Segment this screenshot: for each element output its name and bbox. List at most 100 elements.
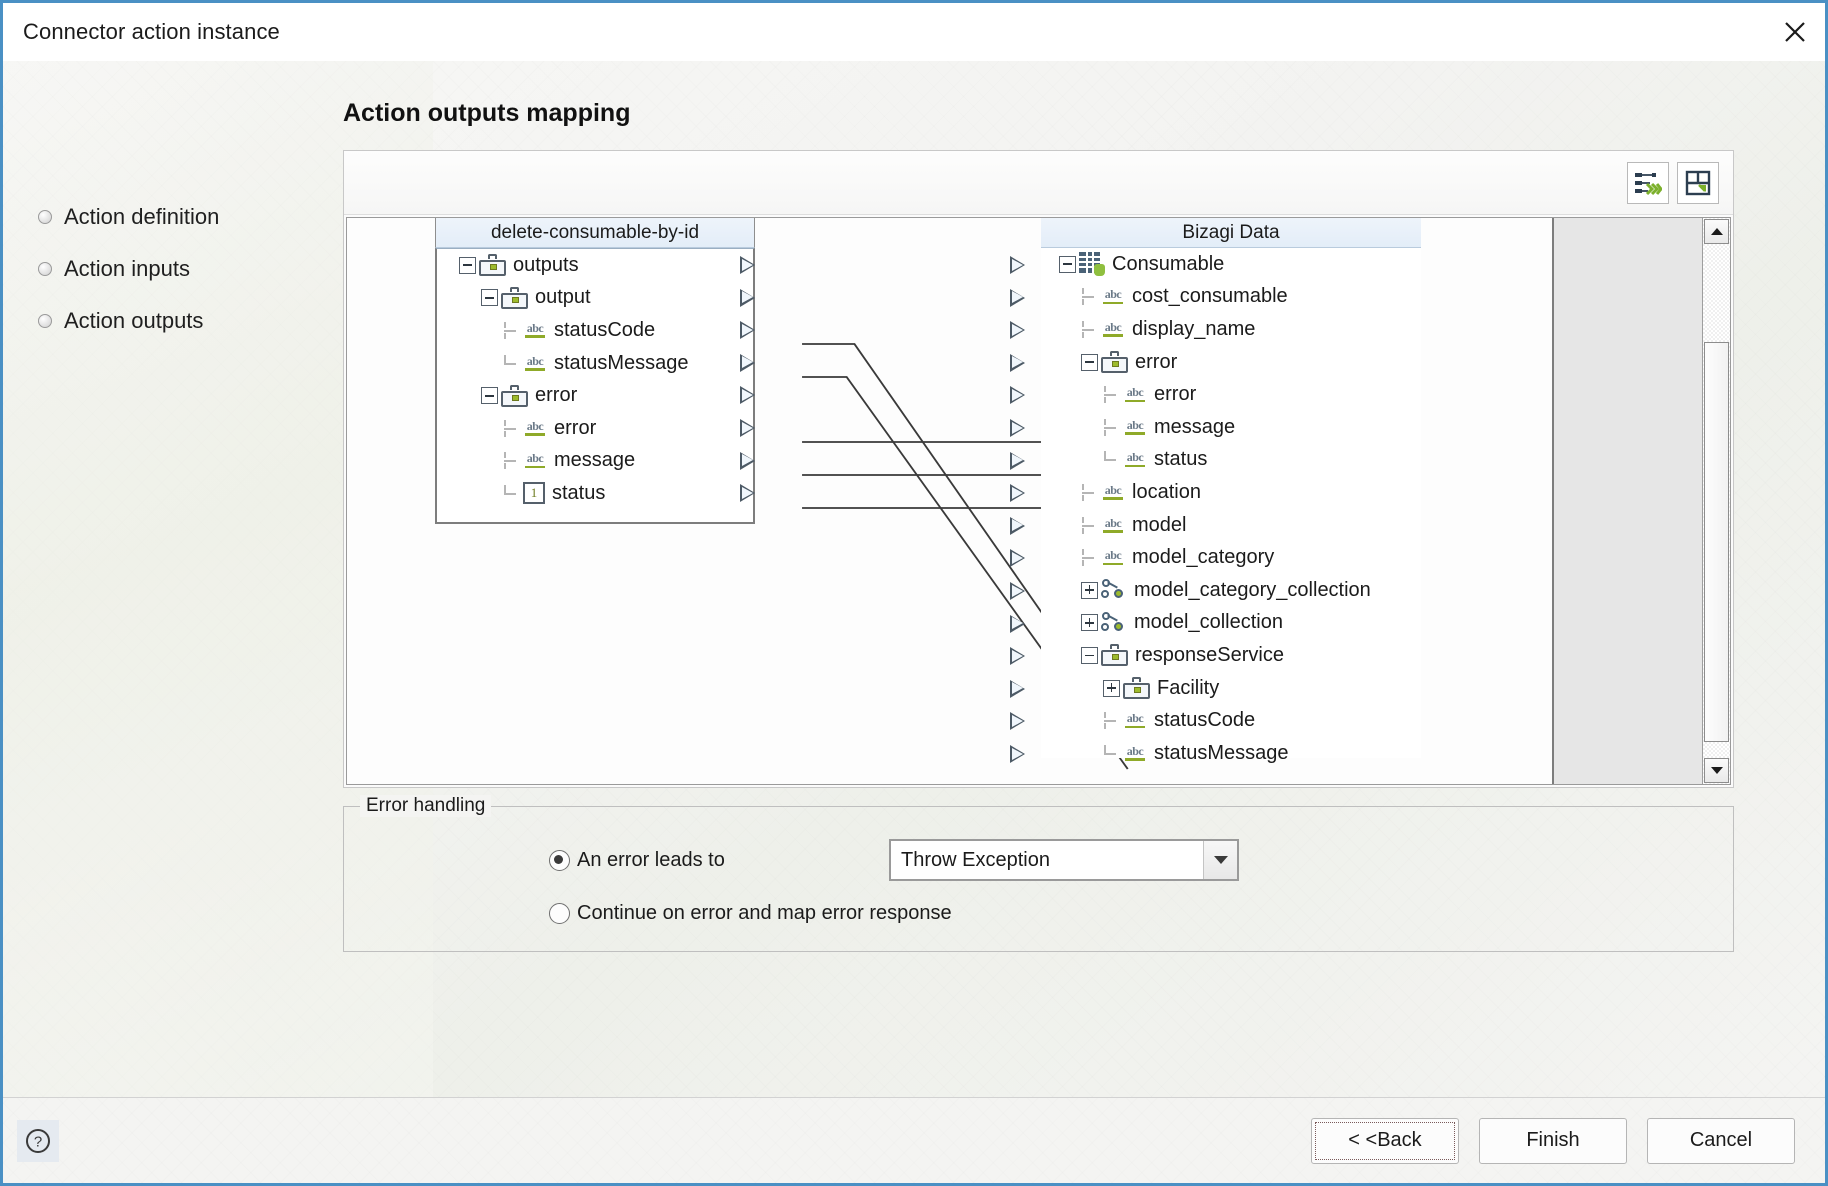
case-icon — [501, 384, 528, 407]
tree-node[interactable]: Facility — [1041, 672, 1421, 705]
radio-continue-on-error[interactable]: Continue on error and map error response — [549, 902, 952, 925]
mapping-connector-arrow[interactable] — [1010, 647, 1026, 666]
tree-connector — [1103, 744, 1121, 762]
mapping-connector-arrow[interactable] — [1010, 451, 1026, 470]
case-icon — [1101, 351, 1128, 374]
abc-icon: abc — [523, 321, 547, 339]
mapping-connector-arrow[interactable] — [1010, 745, 1026, 763]
mapping-connector-arrow[interactable] — [1010, 386, 1026, 405]
mapping-connector-arrow[interactable] — [1010, 353, 1026, 372]
mapping-connector-arrow[interactable] — [1010, 321, 1026, 340]
help-icon[interactable]: ? — [17, 1119, 59, 1162]
tree-node[interactable]: Consumable — [1041, 248, 1421, 281]
save-layout-icon[interactable] — [1677, 161, 1719, 204]
mapping-connector-arrow[interactable] — [740, 386, 756, 405]
dialog-title: Connector action instance — [23, 19, 280, 44]
tree-node[interactable]: responseService — [1041, 639, 1421, 672]
mapping-connector-arrow[interactable] — [740, 451, 756, 470]
tree-node-label: statusMessage — [554, 351, 689, 374]
page-title: Action outputs mapping — [343, 99, 631, 127]
mapping-connector-arrow[interactable] — [1010, 484, 1026, 503]
tree-node-label: error — [1135, 350, 1178, 373]
scrollbar-thumb[interactable] — [1704, 342, 1729, 742]
mapping-canvas[interactable]: delete-consumable-by-id outputs output abc… — [346, 217, 1731, 785]
collapse-icon[interactable] — [1059, 255, 1076, 273]
tree-node[interactable]: abc model_category — [1041, 541, 1421, 574]
tree-node-label: outputs — [513, 253, 579, 276]
radio-button-icon[interactable] — [549, 903, 570, 924]
tree-node[interactable]: abc message — [1041, 411, 1421, 444]
collapse-icon[interactable] — [1081, 353, 1098, 371]
mapping-connector-arrow[interactable] — [740, 419, 756, 437]
auto-map-icon[interactable] — [1627, 161, 1669, 204]
scroll-up-button[interactable] — [1704, 219, 1729, 244]
mapping-connector-arrow[interactable] — [740, 288, 756, 307]
abc-icon: abc — [523, 354, 547, 372]
mapping-connector-arrow[interactable] — [1010, 582, 1026, 600]
mapping-connector-arrow[interactable] — [1010, 288, 1026, 307]
tree-connector — [1103, 418, 1121, 436]
tree-node[interactable]: error — [437, 379, 753, 412]
radio-button-icon[interactable] — [549, 850, 570, 871]
sidebar-item-action-outputs[interactable]: Action outputs — [3, 295, 343, 347]
mapping-connector-arrow[interactable] — [1010, 419, 1026, 437]
collapse-icon[interactable] — [481, 387, 498, 405]
tree-node[interactable]: abc location — [1041, 476, 1421, 509]
collapse-icon[interactable] — [481, 289, 498, 307]
mapping-connector-arrow[interactable] — [1010, 549, 1026, 568]
abc-icon: abc — [1123, 451, 1147, 468]
tree-node-label: statusMessage — [1154, 741, 1289, 764]
tree-node[interactable]: abc message — [437, 445, 753, 478]
tree-node[interactable]: abc statusMessage — [1041, 737, 1421, 770]
expand-icon[interactable] — [1103, 679, 1120, 697]
expand-icon[interactable] — [1081, 581, 1098, 599]
collapse-icon[interactable] — [459, 256, 476, 274]
tree-node[interactable]: outputs — [437, 249, 753, 282]
tree-node[interactable]: error — [1041, 346, 1421, 379]
mapping-connector-arrow[interactable] — [1010, 256, 1026, 274]
mapping-connector-arrow[interactable] — [1010, 516, 1026, 535]
tree-node[interactable]: abc cost_consumable — [1041, 281, 1421, 314]
sidebar-item-action-inputs[interactable]: Action inputs — [3, 243, 343, 295]
tree-node[interactable]: abc statusMessage — [437, 347, 753, 380]
vertical-scrollbar[interactable] — [1702, 218, 1730, 784]
radio-an-error-leads-to[interactable]: An error leads to — [549, 849, 725, 872]
abc-icon: abc — [1123, 418, 1147, 436]
chevron-down-icon[interactable] — [1203, 841, 1237, 879]
finish-button[interactable]: Finish — [1479, 1117, 1627, 1164]
mapping-connector-arrow[interactable] — [1010, 712, 1026, 731]
tree-node[interactable]: abc display_name — [1041, 313, 1421, 346]
sidebar-item-label: Action outputs — [64, 308, 204, 333]
abc-icon: abc — [1123, 744, 1147, 762]
mapping-connector-arrow[interactable] — [1010, 614, 1026, 633]
tree-node[interactable]: model_collection — [1041, 607, 1421, 640]
case-icon — [479, 254, 506, 277]
error-action-dropdown[interactable]: Throw Exception — [889, 839, 1239, 881]
sidebar-item-action-definition[interactable]: Action definition — [3, 191, 343, 243]
back-button[interactable]: < <Back — [1311, 1117, 1459, 1164]
tree-node[interactable]: output — [437, 282, 753, 315]
collapse-icon[interactable] — [1081, 646, 1098, 664]
tree-node[interactable]: abc error — [1041, 378, 1421, 411]
tree-node-label: error — [1154, 383, 1197, 406]
target-tree-body[interactable]: Consumable abc cost_consumable abc display_n… — [1041, 248, 1421, 764]
source-tree-body[interactable]: outputs output abc statusCode abc statusMessa… — [435, 248, 755, 524]
mapping-connector-arrow[interactable] — [1010, 679, 1026, 698]
mapping-connector-arrow[interactable] — [740, 256, 756, 274]
tree-node[interactable]: 1 status — [437, 477, 753, 510]
tree-node[interactable]: abc model — [1041, 509, 1421, 542]
cancel-button[interactable]: Cancel — [1647, 1117, 1795, 1164]
close-icon[interactable] — [1765, 3, 1825, 61]
tree-connector — [503, 321, 521, 339]
tree-node[interactable]: abc statusCode — [437, 314, 753, 347]
tree-node[interactable]: model_category_collection — [1041, 574, 1421, 607]
mapping-connector-arrow[interactable] — [740, 353, 756, 372]
expand-icon[interactable] — [1081, 614, 1098, 632]
scroll-down-button[interactable] — [1704, 758, 1729, 783]
mapping-connector-arrow[interactable] — [740, 321, 756, 340]
tree-node[interactable]: abc statusCode — [1041, 704, 1421, 737]
tree-node[interactable]: abc error — [437, 412, 753, 445]
tree-node[interactable]: abc status — [1041, 444, 1421, 477]
mapping-connector-arrow[interactable] — [740, 484, 756, 503]
footer-button-group: < <Back Finish Cancel — [1311, 1117, 1795, 1164]
